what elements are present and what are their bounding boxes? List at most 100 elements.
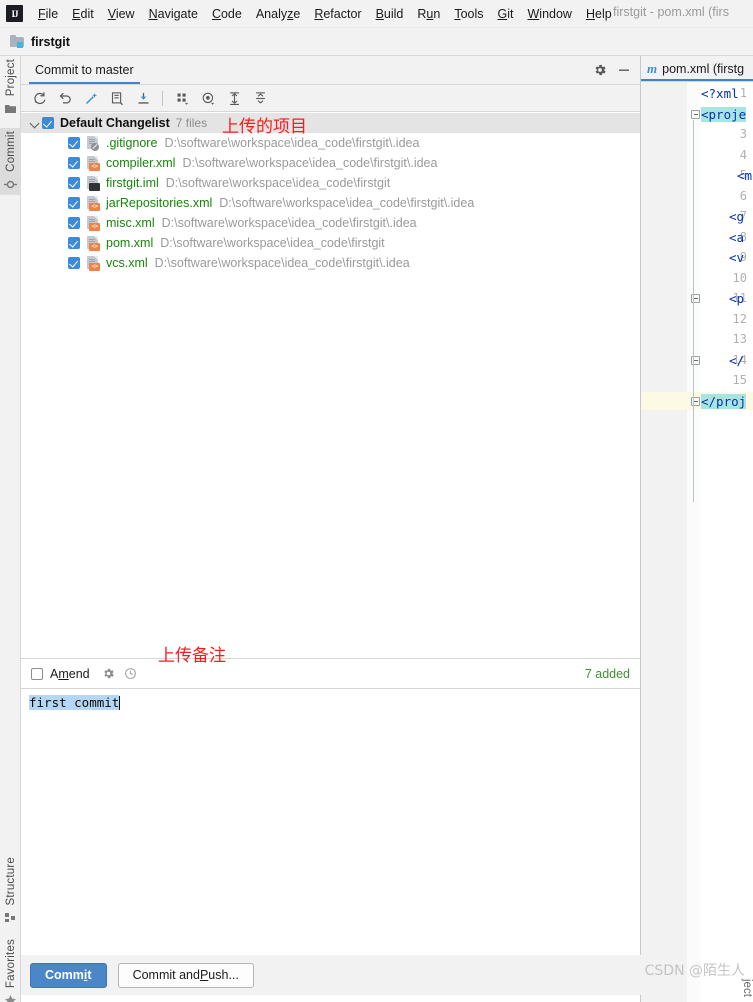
file-checkbox[interactable] xyxy=(68,257,80,269)
menu-item-file[interactable]: File xyxy=(31,5,65,23)
left-tool-stripe: Project Commit Structure Favorites xyxy=(0,56,21,1002)
right-stripe-label: ject xyxy=(741,979,753,997)
line-number: 6 xyxy=(739,188,747,203)
code-line[interactable]: <m xyxy=(737,168,752,183)
refresh-icon[interactable] xyxy=(27,87,51,109)
collapse-all-icon[interactable] xyxy=(248,87,272,109)
xml-file-icon: <> xyxy=(86,255,100,271)
ignored-file-icon xyxy=(86,135,100,151)
indent-guide xyxy=(693,120,694,502)
editor-fold-column[interactable] xyxy=(687,82,701,1002)
file-checkbox[interactable] xyxy=(68,177,80,189)
minimize-icon[interactable] xyxy=(617,63,631,77)
code-token: <a xyxy=(729,229,745,245)
rollback-icon[interactable] xyxy=(53,87,77,109)
commit-options-gear-icon[interactable] xyxy=(102,667,115,680)
changes-tree[interactable]: Default Changelist 7 files .gitignore D:\… xyxy=(21,113,640,658)
menu-item-edit[interactable]: Edit xyxy=(65,5,101,23)
menu-item-window[interactable]: Window xyxy=(520,5,578,23)
code-line[interactable]: <g xyxy=(729,209,744,224)
menu-item-refactor[interactable]: Refactor xyxy=(307,5,368,23)
sidebar-item-structure-label: Structure xyxy=(4,857,17,906)
menu-item-navigate[interactable]: Navigate xyxy=(142,5,205,23)
chevron-down-icon[interactable] xyxy=(29,117,41,129)
code-line[interactable]: <?xml xyxy=(701,86,739,101)
file-row[interactable]: .gitignore D:\software\workspace\idea_cod… xyxy=(21,133,640,153)
changelist-file-count: 7 files xyxy=(175,116,208,130)
editor-tab-title[interactable]: pom.xml (firstg xyxy=(662,62,744,76)
file-checkbox[interactable] xyxy=(68,197,80,209)
sidebar-item-project[interactable]: Project xyxy=(0,56,21,119)
preview-icon[interactable] xyxy=(196,87,220,109)
commit-and-push-button[interactable]: Commit and Push... xyxy=(117,962,254,988)
code-token: <v xyxy=(729,250,745,265)
fold-marker-start[interactable] xyxy=(691,109,700,119)
tab-commit-to-master[interactable]: Commit to master xyxy=(21,56,148,84)
file-name: .gitignore xyxy=(106,136,158,150)
file-name: compiler.xml xyxy=(106,156,176,170)
line-number: 3 xyxy=(739,127,747,141)
menu-item-build[interactable]: Build xyxy=(369,5,411,23)
file-checkbox[interactable] xyxy=(68,217,80,229)
commit-history-clock-icon[interactable] xyxy=(124,667,137,680)
project-folder-icon xyxy=(10,35,25,48)
commit-message-input[interactable]: first commit xyxy=(29,695,120,710)
menu-item-analyze[interactable]: Analyze xyxy=(249,5,307,23)
star-icon xyxy=(4,994,17,1002)
file-row[interactable]: <> misc.xml D:\software\workspace\idea_cod… xyxy=(21,213,640,233)
code-token: </ xyxy=(729,352,745,368)
sidebar-item-commit-label: Commit xyxy=(4,131,17,172)
file-name: pom.xml xyxy=(106,236,154,250)
editor-tab-bar: m pom.xml (firstg xyxy=(641,56,753,82)
settings-gear-icon[interactable] xyxy=(593,63,607,77)
sidebar-item-commit[interactable]: Commit xyxy=(0,128,21,195)
breadcrumb: firstgit xyxy=(0,28,753,56)
menu-item-code[interactable]: Code xyxy=(205,5,249,23)
diff-icon[interactable] xyxy=(105,87,129,109)
code-line[interactable]: <v xyxy=(729,250,744,265)
code-line[interactable]: </ xyxy=(729,353,744,368)
sidebar-item-structure[interactable]: Structure xyxy=(0,854,21,928)
update-icon[interactable] xyxy=(131,87,155,109)
file-name: firstgit.iml xyxy=(106,176,159,190)
sidebar-item-favorites[interactable]: Favorites xyxy=(0,936,21,1002)
menu-item-view[interactable]: View xyxy=(101,5,142,23)
magic-wand-icon[interactable] xyxy=(79,87,103,109)
commit-tool-window: Commit to master Default Changelist 7 fi… xyxy=(21,56,641,1002)
file-checkbox[interactable] xyxy=(68,137,80,149)
file-checkbox[interactable] xyxy=(68,157,80,169)
file-row[interactable]: <> vcs.xml D:\software\workspace\idea_code… xyxy=(21,253,640,273)
toolbar-separator xyxy=(162,90,163,106)
file-path: D:\software\workspace\idea_code\firstgit xyxy=(160,236,385,250)
code-line[interactable]: </proj xyxy=(701,393,747,409)
menu-item-git[interactable]: Git xyxy=(491,5,521,23)
menu-item-run[interactable]: Run xyxy=(410,5,447,23)
code-token: </proj xyxy=(701,393,747,409)
file-row[interactable]: <> pom.xml D:\software\workspace\idea_code… xyxy=(21,233,640,253)
group-by-icon[interactable] xyxy=(170,87,194,109)
breadcrumb-project-name[interactable]: firstgit xyxy=(31,35,70,49)
file-row[interactable]: <> jarRepositories.xml D:\software\workspa… xyxy=(21,193,640,213)
expand-all-icon[interactable] xyxy=(222,87,246,109)
structure-icon xyxy=(4,911,17,924)
changelist-checkbox[interactable] xyxy=(42,117,54,129)
code-line[interactable]: <proje xyxy=(701,106,747,122)
code-line[interactable]: <p xyxy=(729,291,744,306)
menu-item-tools[interactable]: Tools xyxy=(447,5,490,23)
file-row[interactable]: firstgit.iml D:\software\workspace\idea_c… xyxy=(21,173,640,193)
file-row[interactable]: <> compiler.xml D:\software\workspace\idea… xyxy=(21,153,640,173)
changelist-name: Default Changelist xyxy=(60,116,170,130)
editor-body[interactable]: 1<?xml 2<proje345<m67<g8<a9<v1011<p12131… xyxy=(641,82,753,1002)
amend-bar: Amend 7 added xyxy=(21,658,640,688)
code-line[interactable]: <a xyxy=(729,230,744,245)
idea-window: IJ File Edit View Navigate Code Analyze Refact… xyxy=(0,0,753,1002)
commit-toolbar xyxy=(21,85,640,112)
file-checkbox[interactable] xyxy=(68,237,80,249)
changelist-row[interactable]: Default Changelist 7 files xyxy=(21,113,640,133)
file-path: D:\software\workspace\idea_code\firstgit… xyxy=(164,136,420,150)
logo-text: IJ xyxy=(11,8,18,19)
code-token: <p xyxy=(729,291,745,306)
editor-gutter[interactable] xyxy=(641,82,687,1002)
commit-button[interactable]: Comm i t xyxy=(30,962,107,988)
amend-checkbox[interactable] xyxy=(31,667,43,680)
